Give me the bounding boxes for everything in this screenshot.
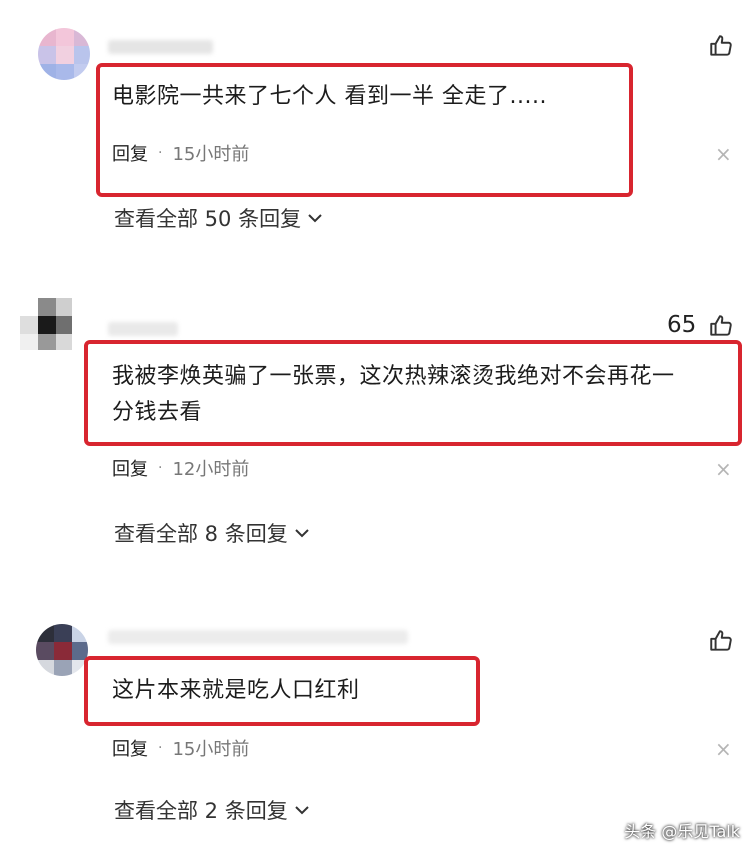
username-blurred[interactable] (108, 40, 213, 54)
reply-button[interactable]: 回复 (112, 735, 148, 761)
comment-meta: 回复 · 12小时前 (112, 455, 249, 481)
chevron-down-icon (295, 806, 309, 815)
username-blurred[interactable] (108, 630, 408, 644)
avatar[interactable] (38, 28, 90, 80)
close-icon[interactable]: × (715, 737, 732, 761)
comment-meta: 回复 · 15小时前 (112, 735, 249, 761)
thumbs-up-icon[interactable] (708, 33, 734, 59)
comment-meta: 回复 · 15小时前 (112, 140, 249, 166)
comment-text: 电影院一共来了七个人 看到一半 全走了..... (112, 84, 547, 109)
view-replies-label: 查看全部 2 条回复 (114, 799, 288, 823)
view-all-replies-link[interactable]: 查看全部 2 条回复 (114, 795, 310, 825)
view-replies-label: 查看全部 50 条回复 (114, 207, 302, 231)
comment-text: 这片本来就是吃人口红利 (112, 678, 360, 703)
avatar[interactable] (36, 624, 88, 676)
view-replies-label: 查看全部 8 条回复 (114, 522, 288, 546)
reply-button[interactable]: 回复 (112, 140, 148, 166)
username-blurred[interactable] (108, 322, 178, 336)
timestamp: 15小时前 (172, 739, 250, 760)
thumbs-up-icon[interactable] (708, 313, 734, 339)
thumbs-up-icon[interactable] (708, 628, 734, 654)
close-icon[interactable]: × (715, 457, 732, 481)
view-all-replies-link[interactable]: 查看全部 8 条回复 (114, 518, 310, 548)
comment-text-line-1: 我被李焕英骗了一张票，这次热辣滚烫我绝对不会再花一 (112, 364, 675, 389)
separator-dot: · (158, 145, 163, 161)
chevron-down-icon (295, 529, 309, 538)
view-all-replies-link[interactable]: 查看全部 50 条回复 (114, 203, 323, 233)
reply-button[interactable]: 回复 (112, 455, 148, 481)
comment-list-page: 电影院一共来了七个人 看到一半 全走了..... 回复 · 15小时前 × 查看… (0, 0, 750, 854)
timestamp: 15小时前 (172, 144, 250, 165)
chevron-down-icon (308, 214, 322, 223)
like-count: 65 (667, 312, 697, 338)
timestamp: 12小时前 (172, 459, 250, 480)
avatar[interactable] (20, 298, 72, 350)
comment-text-line-2: 分钱去看 (112, 400, 203, 425)
watermark: 头条 @乐见Talk (624, 822, 740, 841)
separator-dot: · (158, 460, 163, 476)
close-icon[interactable]: × (715, 142, 732, 166)
separator-dot: · (158, 740, 163, 756)
